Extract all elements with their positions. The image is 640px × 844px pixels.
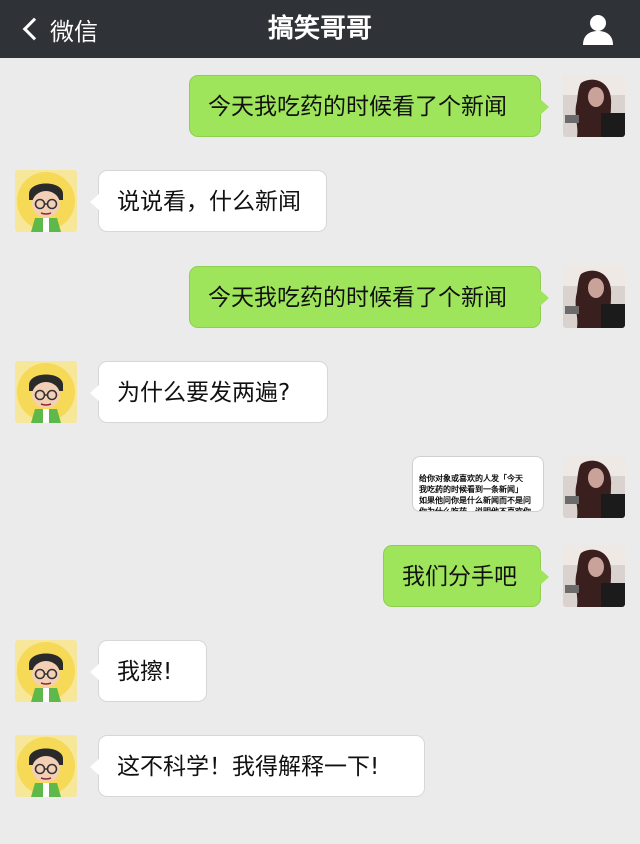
my-avatar[interactable] <box>563 75 625 137</box>
incoming-bubble[interactable]: 这不科学！我得解释一下! <box>90 735 425 797</box>
bubble-tail <box>539 568 549 586</box>
cartoon-avatar <box>15 640 77 702</box>
cartoon-avatar <box>15 170 77 232</box>
incoming-bubble[interactable]: 我擦! <box>90 640 207 702</box>
user-photo-avatar <box>563 545 625 607</box>
my-avatar[interactable] <box>563 456 625 518</box>
cartoon-avatar <box>15 735 77 797</box>
outgoing-bubble[interactable]: 今天我吃药的时候看了个新闻 <box>189 75 549 137</box>
my-avatar[interactable] <box>563 545 625 607</box>
user-photo-avatar <box>563 75 625 137</box>
my-avatar[interactable] <box>563 266 625 328</box>
image-message-text: 给你对象或喜欢的人发「今天 我吃药的时候看到一条新闻」 如果他问你是什么新闻而不… <box>419 474 531 512</box>
bubble-tail <box>90 384 100 402</box>
friend-avatar[interactable] <box>15 640 77 702</box>
chat-title: 搞笑哥哥 <box>267 14 372 44</box>
cartoon-avatar <box>15 361 77 423</box>
bubble-tail <box>90 193 100 211</box>
bubble-tail <box>90 663 100 681</box>
image-message[interactable]: 给你对象或喜欢的人发「今天 我吃药的时候看到一条新闻」 如果他问你是什么新闻而不… <box>412 456 544 512</box>
bubble-tail <box>539 98 549 116</box>
bubble-tail <box>90 758 100 776</box>
profile-button[interactable] <box>580 12 616 46</box>
friend-avatar[interactable] <box>15 361 77 423</box>
friend-avatar[interactable] <box>15 735 77 797</box>
navigation-bar: 微信 搞笑哥哥 <box>0 0 640 58</box>
outgoing-bubble[interactable]: 我们分手吧 <box>383 545 549 607</box>
incoming-bubble[interactable]: 说说看，什么新闻 <box>90 170 327 232</box>
message-text: 我擦! <box>117 659 173 685</box>
bubble-tail <box>539 289 549 307</box>
message-text: 今天我吃药的时候看了个新闻 <box>208 94 507 120</box>
outgoing-bubble[interactable]: 今天我吃药的时候看了个新闻 <box>189 266 549 328</box>
person-icon <box>583 15 613 45</box>
friend-avatar[interactable] <box>15 170 77 232</box>
message-text: 为什么要发两遍? <box>117 380 291 406</box>
user-photo-avatar <box>563 456 625 518</box>
user-photo-avatar <box>563 266 625 328</box>
message-text: 我们分手吧 <box>402 564 517 590</box>
message-text: 今天我吃药的时候看了个新闻 <box>208 285 507 311</box>
message-text: 这不科学！我得解释一下! <box>117 754 380 780</box>
message-text: 说说看，什么新闻 <box>117 189 301 215</box>
incoming-bubble[interactable]: 为什么要发两遍? <box>90 361 328 423</box>
